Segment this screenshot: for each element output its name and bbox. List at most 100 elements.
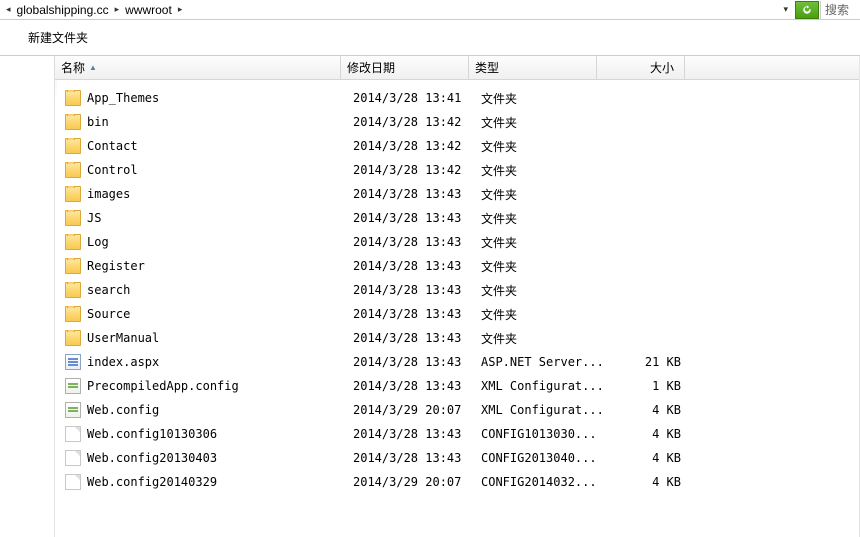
cell-date: 2014/3/28 13:43 xyxy=(347,331,475,345)
cell-type: 文件夹 xyxy=(475,138,603,155)
content-area: 名称 ▲ 修改日期 类型 大小 App_Themes2014/3/28 13:4… xyxy=(0,56,860,537)
cell-type: 文件夹 xyxy=(475,258,603,275)
cell-date: 2014/3/28 13:43 xyxy=(347,187,475,201)
breadcrumb[interactable]: ◂ globalshipping.cc ▸ wwwroot ▸ xyxy=(0,3,777,17)
cell-size: 1 KB xyxy=(603,379,691,393)
cell-type: 文件夹 xyxy=(475,306,603,323)
cell-type: CONFIG2014032... xyxy=(475,475,603,489)
column-header-type[interactable]: 类型 xyxy=(469,56,597,80)
file-row[interactable]: PrecompiledApp.config2014/3/28 13:43XML … xyxy=(59,374,860,398)
chevron-left-icon[interactable]: ◂ xyxy=(2,4,15,15)
search-placeholder: 搜索 xyxy=(825,1,849,18)
cell-type: 文件夹 xyxy=(475,162,603,179)
cell-name: Contact xyxy=(59,138,347,154)
cell-name: index.aspx xyxy=(59,354,347,370)
file-name: bin xyxy=(87,115,109,129)
cell-name: Web.config10130306 xyxy=(59,426,347,442)
address-bar: ◂ globalshipping.cc ▸ wwwroot ▸ ▾ 搜索 xyxy=(0,0,860,20)
cell-type: 文件夹 xyxy=(475,90,603,107)
config-icon xyxy=(65,378,81,394)
cell-type: 文件夹 xyxy=(475,210,603,227)
cell-type: XML Configurat... xyxy=(475,379,603,393)
file-row[interactable]: Web.config201403292014/3/29 20:07CONFIG2… xyxy=(59,470,860,494)
column-header-date[interactable]: 修改日期 xyxy=(341,56,469,80)
toolbar: 新建文件夹 xyxy=(0,20,860,56)
config-icon xyxy=(65,402,81,418)
cell-type: 文件夹 xyxy=(475,330,603,347)
cell-date: 2014/3/29 20:07 xyxy=(347,403,475,417)
file-row[interactable]: UserManual2014/3/28 13:43文件夹 xyxy=(59,326,860,350)
cell-type: 文件夹 xyxy=(475,186,603,203)
file-row[interactable]: App_Themes2014/3/28 13:41文件夹 xyxy=(59,86,860,110)
cell-size: 4 KB xyxy=(603,427,691,441)
cell-size: 21 KB xyxy=(603,355,691,369)
chevron-right-icon[interactable]: ▸ xyxy=(111,4,124,15)
column-header-extra[interactable] xyxy=(685,56,860,80)
folder-icon xyxy=(65,330,81,346)
file-name: Control xyxy=(87,163,138,177)
file-row[interactable]: Contact2014/3/28 13:42文件夹 xyxy=(59,134,860,158)
column-header-label: 修改日期 xyxy=(347,59,395,76)
cell-date: 2014/3/28 13:43 xyxy=(347,427,475,441)
folder-icon xyxy=(65,162,81,178)
column-header-name[interactable]: 名称 ▲ xyxy=(55,56,341,80)
address-bar-tools: ▾ 搜索 xyxy=(777,0,860,19)
file-name: index.aspx xyxy=(87,355,159,369)
breadcrumb-segment[interactable]: globalshipping.cc xyxy=(15,3,111,17)
folder-icon xyxy=(65,186,81,202)
cell-size: 4 KB xyxy=(603,451,691,465)
file-list[interactable]: App_Themes2014/3/28 13:41文件夹 bin 2014/3/28… xyxy=(55,80,860,537)
file-row[interactable]: Web.config2014/3/29 20:07XML Configurat.… xyxy=(59,398,860,422)
file-name: Log xyxy=(87,235,109,249)
file-name: images xyxy=(87,187,130,201)
file-row[interactable]: Source 2014/3/28 13:43文件夹 xyxy=(59,302,860,326)
file-row[interactable]: Register2014/3/28 13:43文件夹 xyxy=(59,254,860,278)
cell-name: Register xyxy=(59,258,347,274)
cell-name: App_Themes xyxy=(59,90,347,106)
cell-name: images xyxy=(59,186,347,202)
cell-name: search xyxy=(59,282,347,298)
cell-type: XML Configurat... xyxy=(475,403,603,417)
breadcrumb-segment[interactable]: wwwroot xyxy=(123,3,174,17)
cell-date: 2014/3/28 13:42 xyxy=(347,139,475,153)
cell-name: UserManual xyxy=(59,330,347,346)
cell-size: 4 KB xyxy=(603,475,691,489)
oldconfig-icon xyxy=(65,474,81,490)
cell-date: 2014/3/28 13:42 xyxy=(347,115,475,129)
cell-name: Control xyxy=(59,162,347,178)
cell-type: 文件夹 xyxy=(475,114,603,131)
column-header-label: 类型 xyxy=(475,59,499,76)
folder-icon xyxy=(65,306,81,322)
folder-icon xyxy=(65,258,81,274)
file-row[interactable]: images 2014/3/28 13:43文件夹 xyxy=(59,182,860,206)
file-row[interactable]: index.aspx2014/3/28 13:43ASP.NET Server.… xyxy=(59,350,860,374)
file-row[interactable]: JS2014/3/28 13:43文件夹 xyxy=(59,206,860,230)
search-input[interactable]: 搜索 xyxy=(820,1,860,19)
file-row[interactable]: search2014/3/28 13:43文件夹 xyxy=(59,278,860,302)
cell-name: Web.config20130403 xyxy=(59,450,347,466)
cell-date: 2014/3/28 13:43 xyxy=(347,307,475,321)
file-row[interactable]: Web.config101303062014/3/28 13:43CONFIG1… xyxy=(59,422,860,446)
file-row[interactable]: Control2014/3/28 13:42文件夹 xyxy=(59,158,860,182)
cell-name: PrecompiledApp.config xyxy=(59,378,347,394)
cell-type: 文件夹 xyxy=(475,234,603,251)
file-row[interactable]: Log2014/3/28 13:43文件夹 xyxy=(59,230,860,254)
file-row[interactable]: Web.config201304032014/3/28 13:43CONFIG2… xyxy=(59,446,860,470)
cell-type: CONFIG1013030... xyxy=(475,427,603,441)
file-row[interactable]: bin 2014/3/28 13:42文件夹 xyxy=(59,110,860,134)
refresh-icon xyxy=(801,4,813,16)
column-header-size[interactable]: 大小 xyxy=(597,56,685,80)
file-name: PrecompiledApp.config xyxy=(87,379,239,393)
cell-type: CONFIG2013040... xyxy=(475,451,603,465)
file-name: Web.config20140329 xyxy=(87,475,217,489)
chevron-right-icon[interactable]: ▸ xyxy=(174,4,187,15)
new-folder-button[interactable]: 新建文件夹 xyxy=(24,27,92,48)
dropdown-icon[interactable]: ▾ xyxy=(777,4,794,15)
refresh-button[interactable] xyxy=(795,1,819,19)
oldconfig-icon xyxy=(65,426,81,442)
column-header-label: 名称 xyxy=(61,59,85,76)
folder-icon xyxy=(65,138,81,154)
file-name: Source xyxy=(87,307,130,321)
cell-size: 4 KB xyxy=(603,403,691,417)
navigation-pane[interactable] xyxy=(0,56,55,537)
